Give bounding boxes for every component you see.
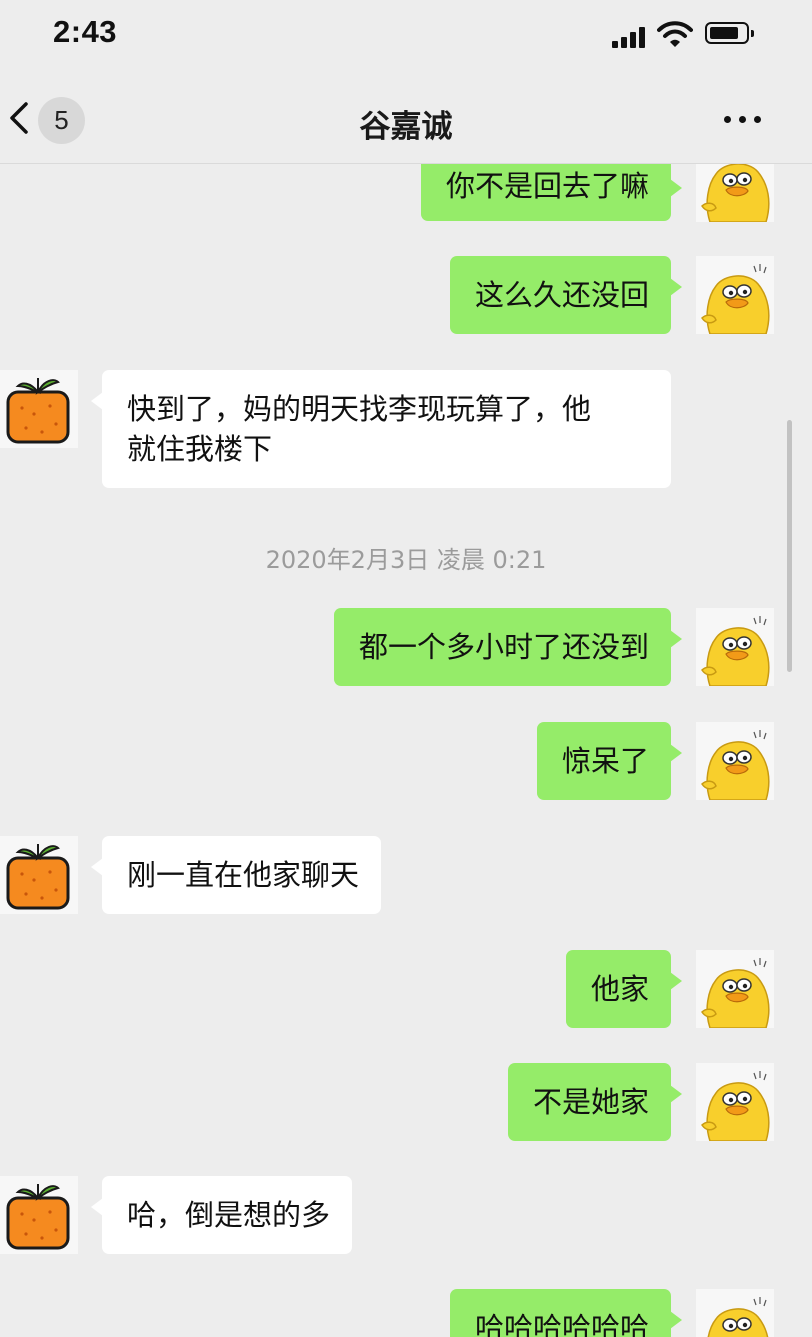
message-bubble[interactable]: 哈，倒是想的多 (90, 1176, 353, 1254)
orange-box-icon (0, 836, 78, 914)
status-time: 2:43 (53, 14, 118, 49)
yellow-duck-icon (696, 1289, 774, 1337)
wifi-icon (657, 21, 693, 47)
my-avatar[interactable] (696, 162, 774, 222)
yellow-duck-icon (696, 162, 774, 222)
battery-icon (705, 22, 754, 44)
chat-title: 谷嘉诚 (359, 109, 453, 145)
message-row: 哈哈哈哈哈哈 (0, 1289, 812, 1337)
contact-avatar[interactable] (0, 370, 78, 448)
message-bubble[interactable]: 这么久还没回 (449, 256, 683, 334)
message-bubble[interactable]: 快到了，妈的明天找李现玩算了，他 就住我楼下 (91, 370, 671, 488)
chat-message-list[interactable]: 你不是回去了嘛 这么久还没回 快到了，妈的明天找李现玩算了，他 就住我楼下 20… (0, 0, 812, 1337)
message-bubble[interactable]: 惊呆了 (536, 722, 683, 800)
message-bubble[interactable]: 都一个多小时了还没到 (333, 608, 683, 686)
my-avatar[interactable] (696, 1063, 774, 1141)
message-bubble[interactable]: 刚一直在他家聊天 (90, 836, 382, 914)
my-avatar[interactable] (696, 608, 774, 686)
message-bubble[interactable]: 哈哈哈哈哈哈 (449, 1289, 683, 1337)
yellow-duck-icon (696, 950, 774, 1028)
time-divider: 2020年2月3日 凌晨 0:21 (265, 546, 547, 574)
my-avatar[interactable] (696, 950, 774, 1028)
chat-header: 5 谷嘉诚 (0, 70, 812, 164)
cellular-signal-icon (612, 26, 648, 48)
my-avatar[interactable] (696, 256, 774, 334)
yellow-duck-icon (696, 1063, 774, 1141)
orange-box-icon (0, 370, 78, 448)
status-bar: 2:43 (0, 0, 812, 70)
contact-avatar[interactable] (0, 1176, 78, 1254)
my-avatar[interactable] (696, 722, 774, 800)
contact-avatar[interactable] (0, 836, 78, 914)
message-bubble[interactable]: 他家 (565, 950, 683, 1028)
my-avatar[interactable] (696, 1289, 774, 1337)
yellow-duck-icon (696, 722, 774, 800)
more-options-icon[interactable] (724, 116, 764, 124)
yellow-duck-icon (696, 256, 774, 334)
yellow-duck-icon (696, 608, 774, 686)
scrollbar[interactable] (787, 420, 792, 672)
orange-box-icon (0, 1176, 78, 1254)
message-bubble[interactable]: 你不是回去了嘛 (420, 157, 683, 221)
message-bubble[interactable]: 不是她家 (507, 1063, 683, 1141)
